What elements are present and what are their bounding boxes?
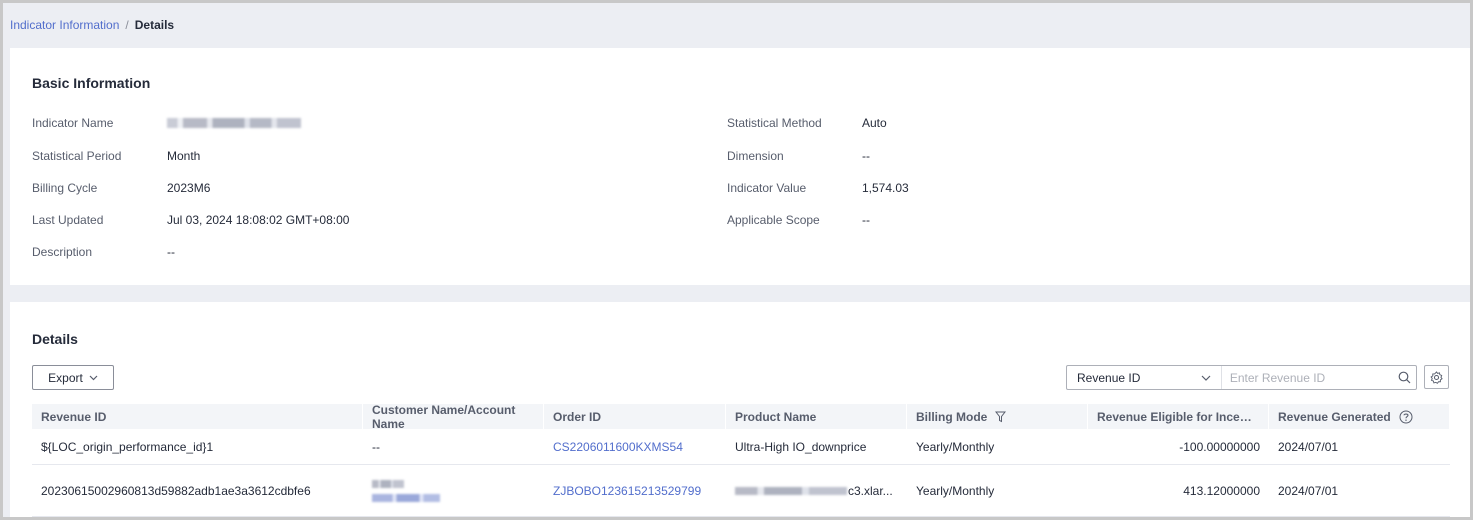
details-table: Revenue ID Customer Name/Account Name Or… (32, 403, 1450, 517)
statistical-method-value: Auto (862, 116, 887, 130)
redacted-customer-name (372, 479, 404, 488)
description-value: -- (167, 245, 175, 259)
breadcrumb-separator: / (125, 18, 129, 32)
product-name-text: c3.xlar... (848, 483, 893, 498)
eligible-cell: 413.12000000 (1183, 483, 1260, 498)
billing-cycle-value: 2023M6 (167, 181, 211, 195)
search-input[interactable] (1221, 366, 1393, 389)
statistical-method-label: Statistical Method (727, 116, 822, 130)
chevron-down-icon (1201, 375, 1211, 381)
export-button-label: Export (48, 370, 83, 385)
billing-mode-cell: Yearly/Monthly (916, 439, 995, 454)
billing-mode-cell: Yearly/Monthly (916, 483, 995, 498)
table-settings-button[interactable] (1424, 365, 1449, 389)
search-field-select[interactable]: Revenue ID (1067, 366, 1222, 389)
billing-cycle-label: Billing Cycle (32, 181, 98, 195)
applicable-scope-label: Applicable Scope (727, 213, 820, 227)
statistical-period-value: Month (167, 149, 201, 163)
filter-icon[interactable] (995, 411, 1007, 423)
help-icon[interactable] (1399, 410, 1413, 424)
indicator-value-value: 1,574.03 (862, 181, 909, 195)
page-frame: Indicator Information / Details Basic In… (3, 3, 1470, 517)
indicator-name-value (167, 116, 301, 131)
order-id-cell: ZJBOBO123615213529799 (544, 484, 726, 498)
last-updated-value: Jul 03, 2024 18:08:02 GMT+08:00 (167, 213, 350, 227)
details-title: Details (32, 331, 78, 347)
dimension-label: Dimension (727, 149, 784, 163)
column-header-revenue-id: Revenue ID (32, 404, 363, 429)
revenue-generated-cell: 2024/07/01 (1278, 439, 1339, 454)
revenue-generated-cell: 2024/07/01 (1278, 483, 1339, 498)
column-header-product-name: Product Name (726, 404, 907, 429)
revenue-generated-header-label: Revenue Generated (1278, 409, 1391, 424)
breadcrumb: Indicator Information / Details (10, 18, 174, 32)
eligible-header-label: Revenue Eligible for Incentiv... (1097, 409, 1259, 424)
breadcrumb-current: Details (134, 18, 175, 32)
column-header-billing-mode: Billing Mode (907, 404, 1088, 429)
column-header-eligible: Revenue Eligible for Incentiv... (1088, 404, 1269, 429)
column-header-customer: Customer Name/Account Name (363, 403, 544, 431)
export-button[interactable]: Export (32, 365, 114, 390)
table-header: Revenue ID Customer Name/Account Name Or… (32, 403, 1450, 431)
dimension-value: -- (862, 149, 870, 163)
revenue-id-cell: ${LOC_origin_performance_id}1 (41, 439, 214, 454)
column-header-order-id: Order ID (544, 404, 726, 429)
applicable-scope-value: -- (862, 213, 870, 227)
search-group: Revenue ID (1066, 365, 1417, 390)
table-row: 20230615002960813d59882adb1ae3a3612cdbfe… (32, 465, 1450, 517)
order-id-link[interactable]: ZJBOBO123615213529799 (553, 484, 701, 498)
indicator-name-label: Indicator Name (32, 116, 114, 130)
last-updated-label: Last Updated (32, 213, 104, 227)
redacted-product-name (735, 486, 847, 495)
details-card: Details Export Revenue ID Revenue ID Cus… (10, 302, 1470, 517)
chevron-down-icon (89, 375, 98, 380)
customer-cell: -- (372, 439, 380, 454)
column-header-revenue-generated: Revenue Generated (1269, 404, 1450, 429)
product-name-cell: c3.xlar... (726, 484, 907, 498)
breadcrumb-parent-link[interactable]: Indicator Information (10, 18, 119, 32)
order-id-link[interactable]: CS2206011600KXMS54 (553, 440, 683, 454)
gear-icon (1430, 370, 1443, 384)
basic-information-title: Basic Information (32, 75, 151, 91)
search-field-selected: Revenue ID (1077, 370, 1141, 385)
billing-mode-header-label: Billing Mode (916, 409, 988, 424)
basic-information-card: Basic Information Indicator Name Statist… (10, 48, 1470, 285)
revenue-id-cell: 20230615002960813d59882adb1ae3a3612cdbfe… (41, 483, 311, 498)
customer-cell (363, 479, 544, 502)
search-icon[interactable] (1393, 371, 1416, 384)
product-name-cell: Ultra-High IO_downprice (735, 439, 867, 454)
order-id-cell: CS2206011600KXMS54 (544, 440, 726, 454)
redacted-indicator-name (167, 118, 301, 128)
eligible-cell: -100.00000000 (1179, 439, 1260, 454)
redacted-account-link[interactable] (372, 493, 440, 502)
indicator-value-label: Indicator Value (727, 181, 807, 195)
description-label: Description (32, 245, 93, 259)
statistical-period-label: Statistical Period (32, 149, 122, 163)
table-row: ${LOC_origin_performance_id}1 -- CS22060… (32, 429, 1450, 465)
